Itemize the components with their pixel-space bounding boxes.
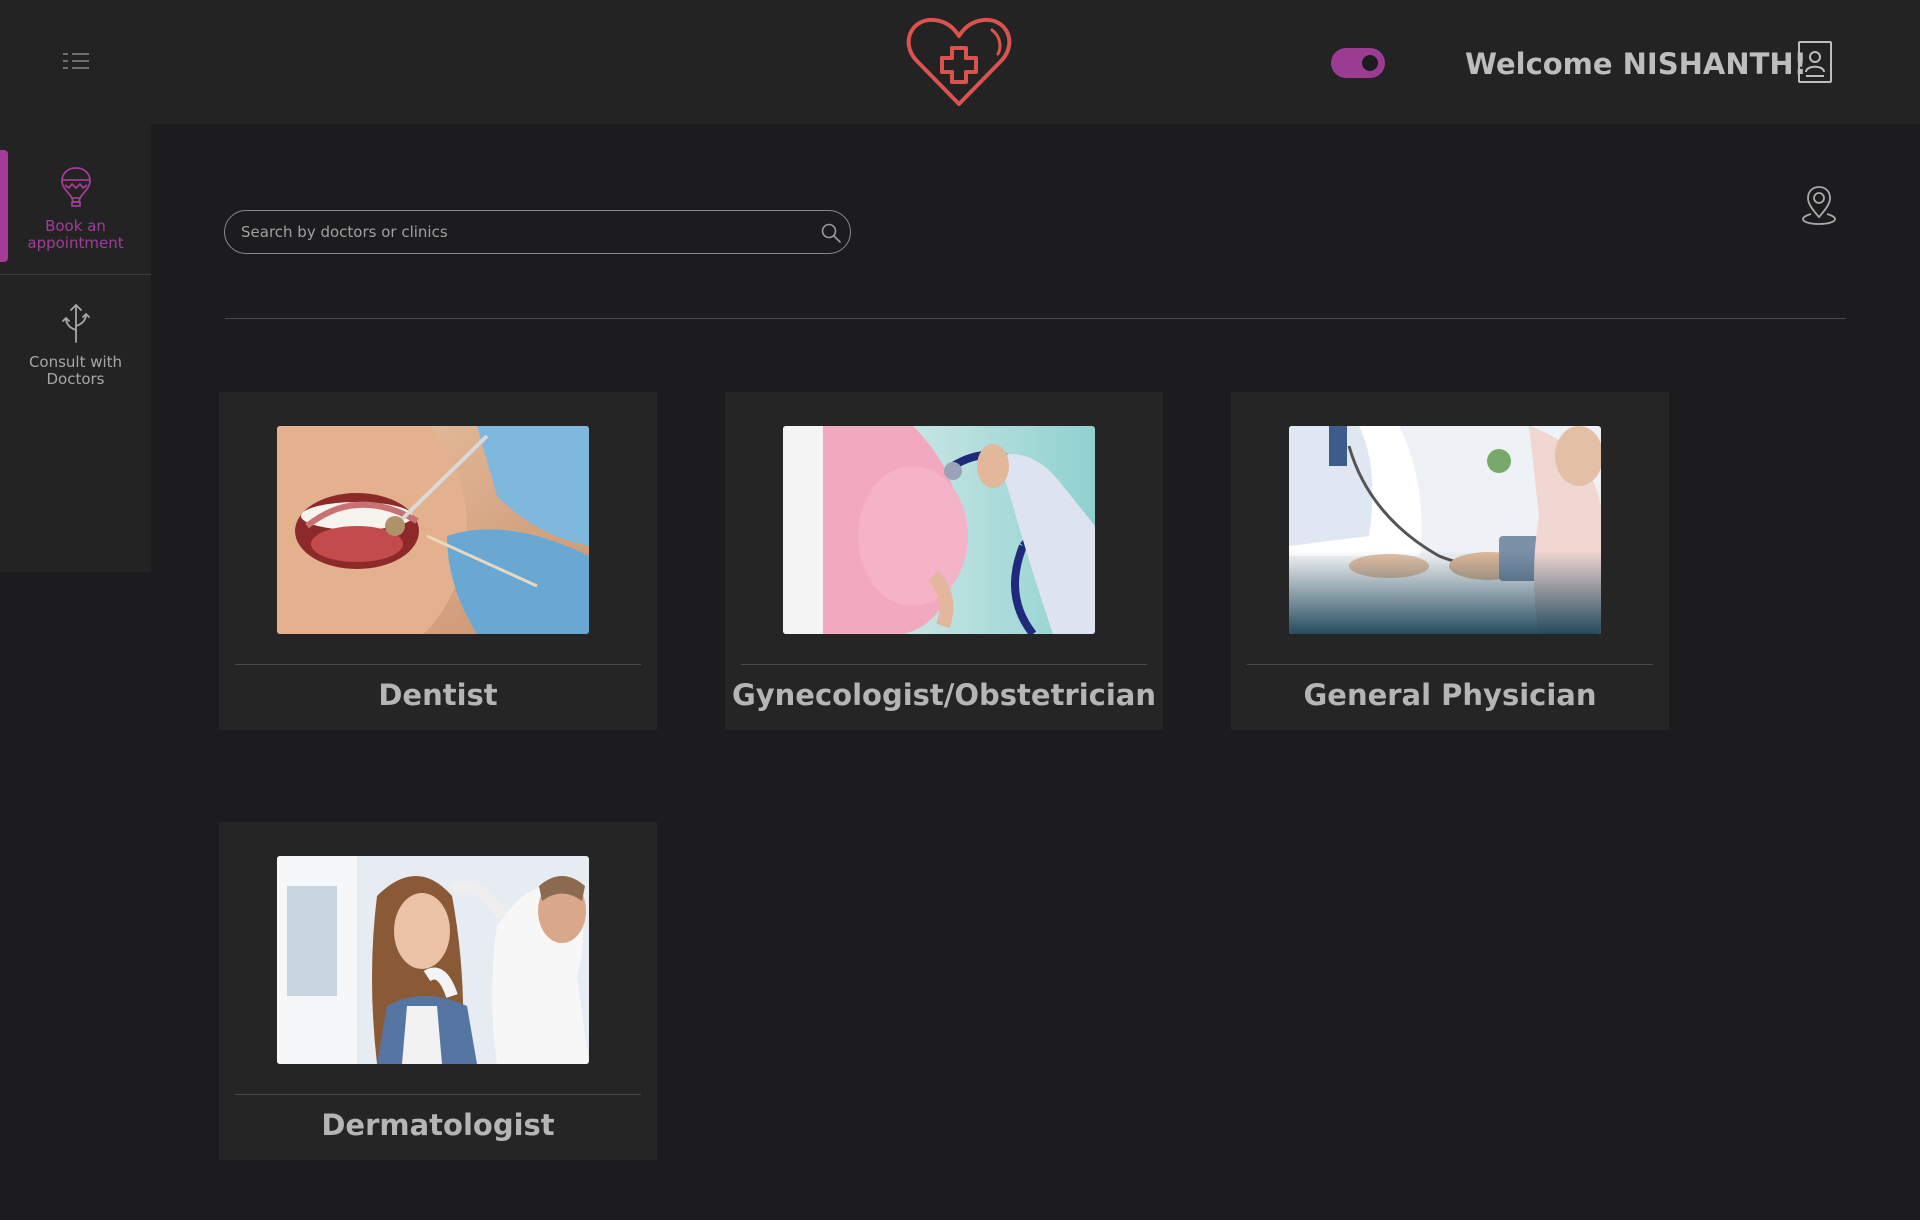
menu-toggle-button[interactable] [60,48,92,74]
card-divider [235,1094,641,1095]
specialty-card-general-physician[interactable]: General Physician [1231,392,1669,730]
specialty-title: Dentist [378,678,498,712]
sidebar-item-label: Book an appointment [27,217,124,252]
card-divider [235,664,641,665]
map-pin-icon [1802,186,1836,225]
specialty-card-dermatologist[interactable]: Dermatologist [219,822,657,1160]
top-header: Welcome NISHANTH! [0,0,1920,124]
sidebar-item-book-appointment[interactable]: Book an appointment [0,166,151,252]
welcome-message: Welcome NISHANTH! [1465,47,1807,81]
search-icon[interactable] [820,222,842,244]
dentist-photo [277,426,589,634]
card-divider [1247,664,1653,665]
specialty-title: Gynecologist/Obstetrician [731,678,1157,712]
branch-arrow-icon [61,304,90,343]
skin-examination-photo [277,856,589,1064]
profile-button[interactable] [1797,40,1833,84]
hot-air-balloon-icon [60,167,91,207]
search-input[interactable] [241,211,801,253]
heart-cross-logo[interactable] [906,16,1012,110]
sidebar-item-consult-doctors[interactable]: Consult with Doctors [0,302,151,388]
pregnancy-checkup-photo [783,426,1095,634]
card-divider [741,664,1147,665]
specialty-title: Dermatologist [321,1108,555,1142]
section-divider [225,318,1846,319]
sidebar-divider [0,274,151,275]
user-badge-icon [1798,41,1832,83]
sidebar-item-label: Consult with Doctors [28,353,123,388]
specialty-card-gynecologist[interactable]: Gynecologist/Obstetrician [725,392,1163,730]
toggle-knob [1362,55,1378,71]
search-bar [224,210,851,254]
sidebar: Book an appointment Consult with Doctors [0,124,151,572]
blood-pressure-photo [1289,426,1601,634]
specialty-title: General Physician [1303,678,1597,712]
location-button[interactable] [1800,184,1838,226]
list-menu-icon [63,53,89,69]
specialty-card-dentist[interactable]: Dentist [219,392,657,730]
theme-toggle[interactable] [1331,48,1385,78]
